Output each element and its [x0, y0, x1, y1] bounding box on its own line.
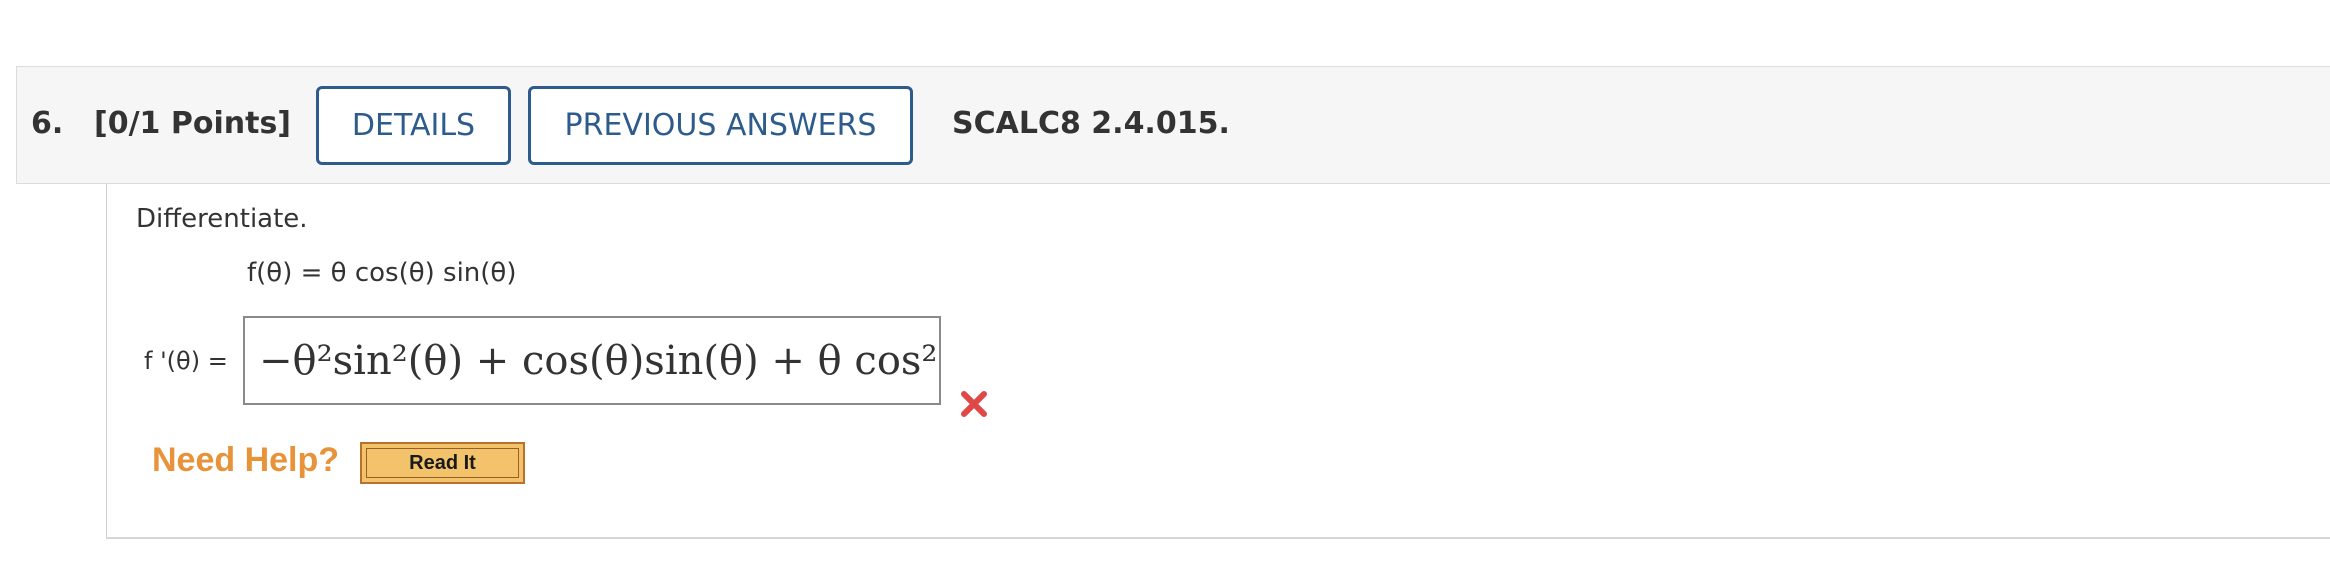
x-mark-icon — [961, 391, 987, 417]
question-number: 6. — [31, 106, 64, 141]
given-function: f(θ) = θ cos(θ) sin(θ) — [247, 258, 517, 288]
problem-prompt: Differentiate. — [136, 204, 308, 234]
previous-answers-button[interactable]: PREVIOUS ANSWERS — [528, 86, 913, 165]
read-it-button[interactable]: Read It — [360, 442, 525, 484]
details-button[interactable]: DETAILS — [316, 86, 511, 165]
read-it-label: Read It — [366, 448, 519, 478]
answer-label: f '(θ) = — [144, 347, 228, 375]
question-reference: SCALC8 2.4.015. — [952, 106, 1230, 141]
answer-input[interactable]: −θ²sin²(θ) + cos(θ)sin(θ) + θ cos²(θ) — [243, 316, 941, 405]
need-help-label: Need Help? — [152, 441, 340, 479]
question-points: [0/1 Points] — [94, 106, 292, 141]
